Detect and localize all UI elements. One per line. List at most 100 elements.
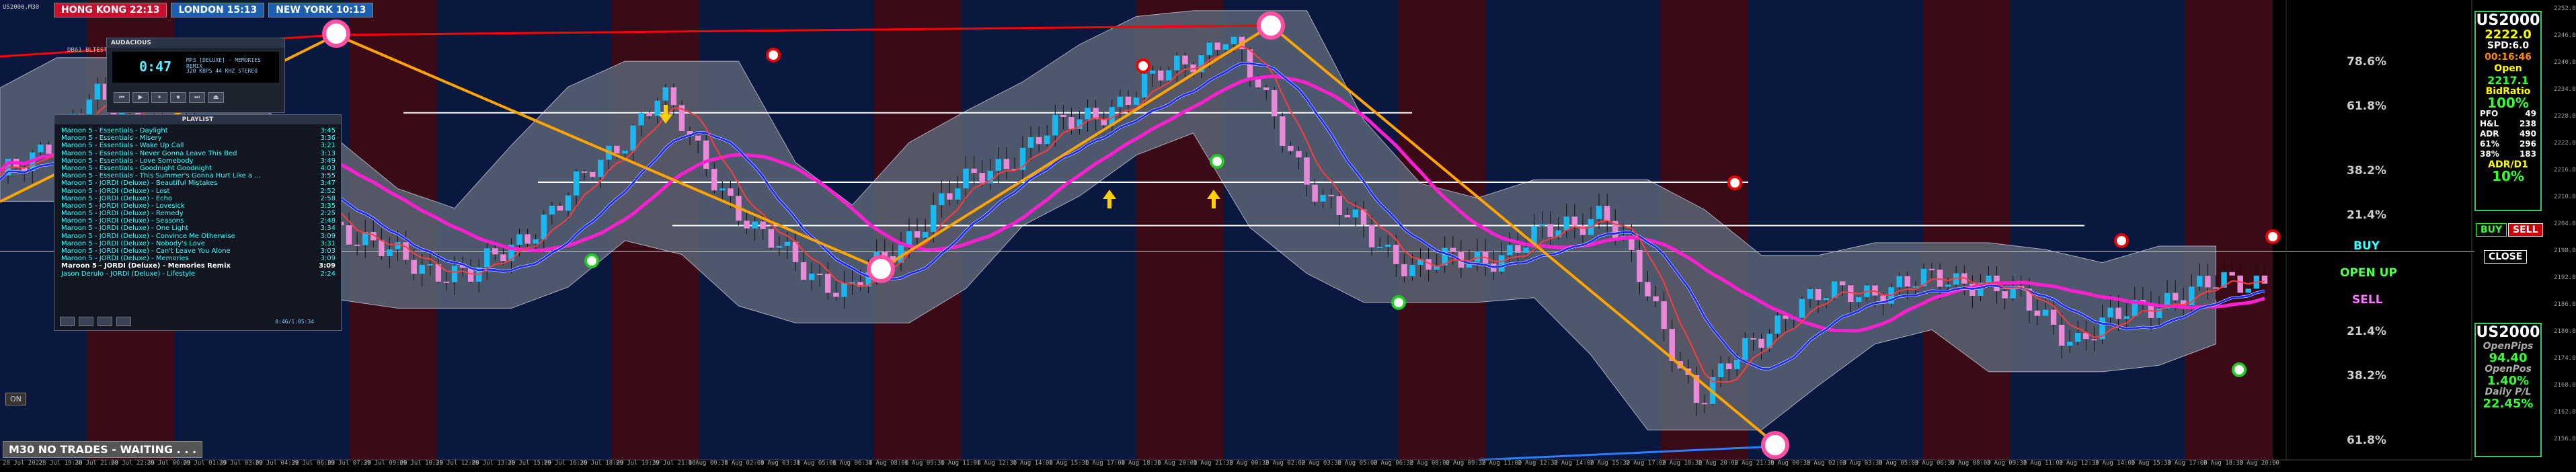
playlist-track[interactable]: Maroon 5 - JORDI (Deluxe) - Echo 2:58 xyxy=(61,195,336,202)
candle-body xyxy=(1149,70,1156,74)
playlist-track[interactable]: Maroon 5 - Essentials - Wake Up Call 3:21 xyxy=(61,142,336,149)
price-tick: 2222.00 xyxy=(2554,140,2576,147)
candle-body xyxy=(2197,276,2203,287)
candle-body xyxy=(1474,251,1481,262)
track-time: 3:47 xyxy=(320,180,336,188)
candle-body xyxy=(1717,363,1724,377)
candle-body xyxy=(2034,310,2041,316)
playlist-track[interactable]: Maroon 5 - JORDI (Deluxe) - Convince Me … xyxy=(61,233,336,240)
candle-body xyxy=(419,264,425,274)
playlist-track[interactable]: Maroon 5 - Essentials - Misery 3:36 xyxy=(61,134,336,142)
candle-body xyxy=(1352,209,1359,218)
candle-body xyxy=(2237,275,2243,293)
playlist-track[interactable]: Maroon 5 - JORDI (Deluxe) - Memories Rem… xyxy=(61,262,336,270)
panel-stat-row: ADR 490 xyxy=(2476,129,2540,139)
next-icon[interactable]: ⏭ xyxy=(189,92,205,103)
pnl-panel: US2000 OpenPips 94.40 OpenPos 1.40% Dail… xyxy=(2474,323,2542,457)
candle-body xyxy=(1271,89,1278,117)
buy-button[interactable]: BUY xyxy=(2476,223,2507,237)
candle-body xyxy=(963,168,969,189)
playlist-track[interactable]: Maroon 5 - Essentials - Love Somebody 3:4… xyxy=(61,157,336,165)
audio-player[interactable]: AUDACIOUS 0:47 MP3 [DELUXE] - MEMORIES R… xyxy=(106,38,285,113)
candle-body xyxy=(1044,135,1050,145)
candle-body xyxy=(524,234,531,244)
candle-body xyxy=(1523,247,1529,253)
candle-body xyxy=(346,225,352,245)
playlist-track[interactable]: Maroon 5 - JORDI (Deluxe) - Seasons 2:48 xyxy=(61,217,336,225)
time-tick: 3 Aug 05:00 xyxy=(1878,460,1919,467)
track-title: Maroon 5 - JORDI (Deluxe) - Convince Me … xyxy=(61,232,235,240)
player-title[interactable]: AUDACIOUS xyxy=(107,38,284,48)
select-icon[interactable] xyxy=(97,317,112,326)
playlist-track[interactable]: Maroon 5 - Essentials - Daylight 3:45 xyxy=(61,127,336,134)
playlist-track[interactable]: Maroon 5 - JORDI (Deluxe) - Nobody's Lov… xyxy=(61,240,336,247)
candle-body xyxy=(1003,159,1010,169)
playlist-window[interactable]: PLAYLIST Maroon 5 - Essentials - Dayligh… xyxy=(54,114,342,331)
playlist-track[interactable]: Jason Derulo - JORDI (Deluxe) - Lifestyl… xyxy=(61,270,336,278)
track-time: 3:34 xyxy=(320,225,336,233)
time-tick: 3 Aug 15:30 xyxy=(2131,460,2171,467)
candle-body xyxy=(1701,403,1708,405)
candle-body xyxy=(1734,359,1740,370)
track-title: Maroon 5 - Essentials - Goodnight Goodni… xyxy=(61,164,212,172)
candle-body xyxy=(622,150,628,154)
eject-icon[interactable]: ⏏ xyxy=(208,92,224,103)
price-chart[interactable] xyxy=(0,0,2576,472)
candle-body xyxy=(1799,299,1805,318)
candle-body xyxy=(411,260,417,274)
candle-body xyxy=(1986,275,1992,283)
prev-icon[interactable]: ⏮ xyxy=(114,92,130,103)
time-tick: 2 Aug 05:00 xyxy=(1337,460,1378,467)
clock-london: LONDON 15:13 xyxy=(171,3,265,17)
sell-button[interactable]: SELL xyxy=(2508,223,2543,237)
stat-key: 38% xyxy=(2480,149,2499,159)
price-tick: 2246.00 xyxy=(2554,32,2576,39)
candle-body xyxy=(1320,194,1326,202)
time-tick: 3 Aug 00:30 xyxy=(1770,460,1811,467)
on-toggle-button[interactable]: ON xyxy=(5,393,26,405)
playlist-track[interactable]: Maroon 5 - JORDI (Deluxe) - One Light 3:3… xyxy=(61,225,336,232)
playlist-track[interactable]: Maroon 5 - JORDI (Deluxe) - Can't Leave … xyxy=(61,247,336,255)
fib-level: 38.2% xyxy=(2347,369,2386,383)
stat-value: 296 xyxy=(2519,139,2536,149)
sell-marker xyxy=(1727,175,1742,190)
candle-body xyxy=(1515,245,1521,253)
candle-body xyxy=(500,254,506,262)
track-title: Maroon 5 - JORDI (Deluxe) - Lovesick xyxy=(61,202,185,210)
stat-key: PFO xyxy=(2480,109,2499,118)
misc-icon[interactable] xyxy=(116,317,131,326)
track-title: Maroon 5 - Essentials - Wake Up Call xyxy=(61,142,184,150)
track-title: Maroon 5 - Essentials - Misery xyxy=(61,134,162,143)
playlist-track[interactable]: Maroon 5 - Essentials - Never Gonna Leav… xyxy=(61,150,336,157)
playlist-title[interactable]: PLAYLIST xyxy=(54,115,341,124)
candle-body xyxy=(825,274,831,293)
player-display: 0:47 MP3 [DELUXE] - MEMORIES REMIX 320 K… xyxy=(112,52,279,83)
panel-stat-row: H&L 238 xyxy=(2476,119,2540,129)
candle-body xyxy=(354,244,360,246)
playlist-track[interactable]: Maroon 5 - Essentials - Goodnight Goodni… xyxy=(61,165,336,172)
stop-icon[interactable]: ⏹ xyxy=(170,92,186,103)
playlist-track[interactable]: Maroon 5 - Essentials - This Summer's Go… xyxy=(61,172,336,180)
close-button[interactable]: CLOSE xyxy=(2484,250,2528,264)
price-tick: 2228.00 xyxy=(2554,113,2576,120)
track-title: Maroon 5 - JORDI (Deluxe) - Nobody's Lov… xyxy=(61,239,205,247)
time-tick: 3 Aug 11:00 xyxy=(2023,460,2064,467)
time-tick: 3 Aug 08:00 xyxy=(1951,460,1991,467)
playlist-track[interactable]: Maroon 5 - JORDI (Deluxe) - Memories 3:09 xyxy=(61,255,336,262)
remove-track-icon[interactable] xyxy=(79,317,93,326)
candle-body xyxy=(841,282,847,297)
price-tick: 2198.00 xyxy=(2554,247,2576,254)
player-time: 0:47 xyxy=(139,58,172,75)
playlist-track[interactable]: Maroon 5 - JORDI (Deluxe) - Lost 2:52 xyxy=(61,188,336,195)
playlist-track[interactable]: Maroon 5 - JORDI (Deluxe) - Beautiful Mi… xyxy=(61,180,336,187)
candle-body xyxy=(403,242,409,260)
playlist-track[interactable]: Maroon 5 - JORDI (Deluxe) - Lovesick 3:35 xyxy=(61,202,336,210)
play-icon[interactable]: ▶ xyxy=(132,92,149,103)
pause-icon[interactable]: ⏸ xyxy=(151,92,167,103)
pnl-symbol: US2000 xyxy=(2476,324,2540,341)
playlist-track[interactable]: Maroon 5 - JORDI (Deluxe) - Remedy 2:25 xyxy=(61,210,336,217)
candle-body xyxy=(1848,285,1854,303)
candle-body xyxy=(541,214,547,239)
time-tick: 1 Aug 15:30 xyxy=(1048,460,1089,467)
add-track-icon[interactable] xyxy=(60,317,75,326)
